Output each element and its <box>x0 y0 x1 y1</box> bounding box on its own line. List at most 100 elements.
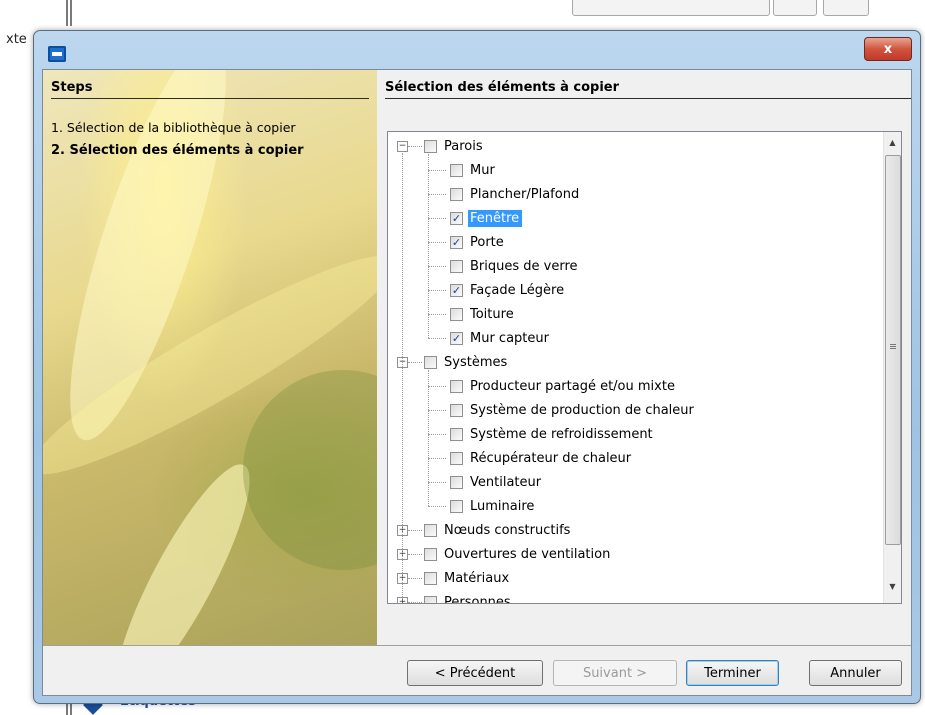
cancel-button[interactable]: Annuler <box>809 660 902 686</box>
tree-item-label: Récupérateur de chaleur <box>470 450 632 466</box>
tree-connector <box>428 170 446 171</box>
tree-item[interactable]: Briques de verre <box>450 254 581 278</box>
tree-item[interactable]: ✓ Porte <box>450 230 507 254</box>
background-button <box>773 0 817 16</box>
grip-line <box>890 348 896 349</box>
checkbox[interactable] <box>450 475 463 489</box>
tree-item-label: Mur capteur <box>470 330 549 346</box>
tree-item-label: Toiture <box>470 306 514 322</box>
tree-connector <box>428 506 446 507</box>
tree-connector <box>408 530 422 531</box>
step-2-current: 2. Sélection des éléments à copier <box>51 143 304 158</box>
tree-item[interactable]: Système de refroidissement <box>450 422 656 446</box>
checkbox[interactable] <box>450 259 463 273</box>
tree-item[interactable]: ✓ Mur capteur <box>450 326 552 350</box>
steps-heading: Steps <box>51 80 369 99</box>
tree-item-label: Fenêtre <box>468 209 523 227</box>
tree-item-label: Systèmes <box>444 354 508 370</box>
tree-connector <box>428 194 446 195</box>
checkbox[interactable] <box>450 403 463 417</box>
checkbox[interactable] <box>450 307 463 321</box>
checkbox[interactable]: ✓ <box>450 235 463 249</box>
background-divider <box>70 0 72 26</box>
tree-item[interactable]: Luminaire <box>450 494 537 518</box>
tree-connector <box>408 578 422 579</box>
tree-item[interactable]: ✓ Fenêtre <box>450 206 523 230</box>
tree-item-label: Producteur partagé et/ou mixte <box>470 378 675 394</box>
checkbox[interactable] <box>450 187 463 201</box>
checkbox[interactable] <box>424 571 437 585</box>
tree-item[interactable]: ✓ Façade Légère <box>450 278 567 302</box>
dialog-client-area: Steps 1. Sélection de la bibliothèque à … <box>42 69 912 696</box>
tree-category[interactable]: Matériaux <box>424 566 512 590</box>
tree-category[interactable]: Ouvertures de ventilation <box>424 542 613 566</box>
tree-item-label: Personnes <box>444 594 511 604</box>
tree-connector <box>408 362 422 363</box>
checkbox[interactable] <box>450 379 463 393</box>
steps-panel: Steps 1. Sélection de la bibliothèque à … <box>43 70 377 645</box>
tree-category[interactable]: Systèmes <box>424 350 510 374</box>
close-icon: x <box>883 41 893 57</box>
checkbox[interactable] <box>424 523 437 537</box>
decorative-shape <box>243 370 377 570</box>
tree-item-label: Porte <box>470 234 504 250</box>
tree-connector <box>428 218 446 219</box>
tree-scrollbar[interactable]: ▲ ▼ <box>883 132 901 603</box>
tree-item[interactable]: Plancher/Plafond <box>450 182 582 206</box>
checkbox[interactable] <box>450 451 463 465</box>
scroll-down-icon[interactable]: ▼ <box>884 578 901 595</box>
checkbox[interactable]: ✓ <box>450 331 463 345</box>
checkbox[interactable] <box>424 139 437 153</box>
background-partial-text: xte <box>6 32 27 47</box>
app-icon <box>48 46 66 62</box>
tree-connector <box>428 266 446 267</box>
finish-button[interactable]: Terminer <box>686 660 779 686</box>
tree-connector <box>428 314 446 315</box>
checkbox[interactable] <box>450 163 463 177</box>
tree-item-label: Façade Légère <box>470 282 565 298</box>
tree-item-label: Système de production de chaleur <box>470 402 694 418</box>
tree-connector <box>428 434 446 435</box>
expand-icon[interactable]: + <box>397 597 408 603</box>
previous-button[interactable]: < Précédent <box>407 660 543 686</box>
tree-item-label: Plancher/Plafond <box>470 186 580 202</box>
checkbox[interactable]: ✓ <box>450 211 463 225</box>
grip-line <box>890 346 896 347</box>
tree-category[interactable]: Personnes <box>424 590 514 603</box>
tree-item-label: Matériaux <box>444 570 510 586</box>
tree-item[interactable]: Mur <box>450 158 498 182</box>
grip-line <box>890 344 896 345</box>
checkbox[interactable] <box>450 499 463 513</box>
checkbox[interactable] <box>450 427 463 441</box>
checkbox[interactable]: ✓ <box>450 283 463 297</box>
tree-connector <box>408 602 422 603</box>
tree-item[interactable]: Producteur partagé et/ou mixte <box>450 374 678 398</box>
collapse-icon[interactable]: − <box>397 141 408 152</box>
tree-connector <box>428 290 446 291</box>
tree-item-label: Ventilateur <box>470 474 542 490</box>
tree-item-label: Briques de verre <box>470 258 578 274</box>
tree-item[interactable]: Ventilateur <box>450 470 544 494</box>
tree-item-label: Ouvertures de ventilation <box>444 546 611 562</box>
checkbox[interactable] <box>424 355 437 369</box>
tree-category[interactable]: Parois <box>424 134 486 158</box>
checkbox[interactable] <box>424 595 437 603</box>
tree-connector <box>428 338 446 339</box>
footer-separator <box>43 645 911 646</box>
scroll-up-icon[interactable]: ▲ <box>884 134 901 151</box>
tree-item-label: Système de refroidissement <box>470 426 653 442</box>
checkbox[interactable] <box>424 547 437 561</box>
copy-wizard-dialog: x Steps 1. Sélection de la bibliothèque … <box>33 30 921 704</box>
tree-item[interactable]: Système de production de chaleur <box>450 398 697 422</box>
title-bar[interactable]: x <box>34 31 920 71</box>
scroll-thumb[interactable] <box>885 155 901 545</box>
tree-connector <box>428 410 446 411</box>
background-field <box>572 0 770 16</box>
close-button[interactable]: x <box>864 37 912 61</box>
tree-category[interactable]: Nœuds constructifs <box>424 518 573 542</box>
tree-item[interactable]: Récupérateur de chaleur <box>450 446 634 470</box>
tree-item[interactable]: Toiture <box>450 302 517 326</box>
next-button[interactable]: Suivant > <box>553 660 677 686</box>
page-title: Sélection des éléments à copier <box>385 80 911 99</box>
element-tree[interactable]: − Parois Mur Plancher/Plafond ✓ Fenêtre ✓ Porte… <box>387 131 902 604</box>
